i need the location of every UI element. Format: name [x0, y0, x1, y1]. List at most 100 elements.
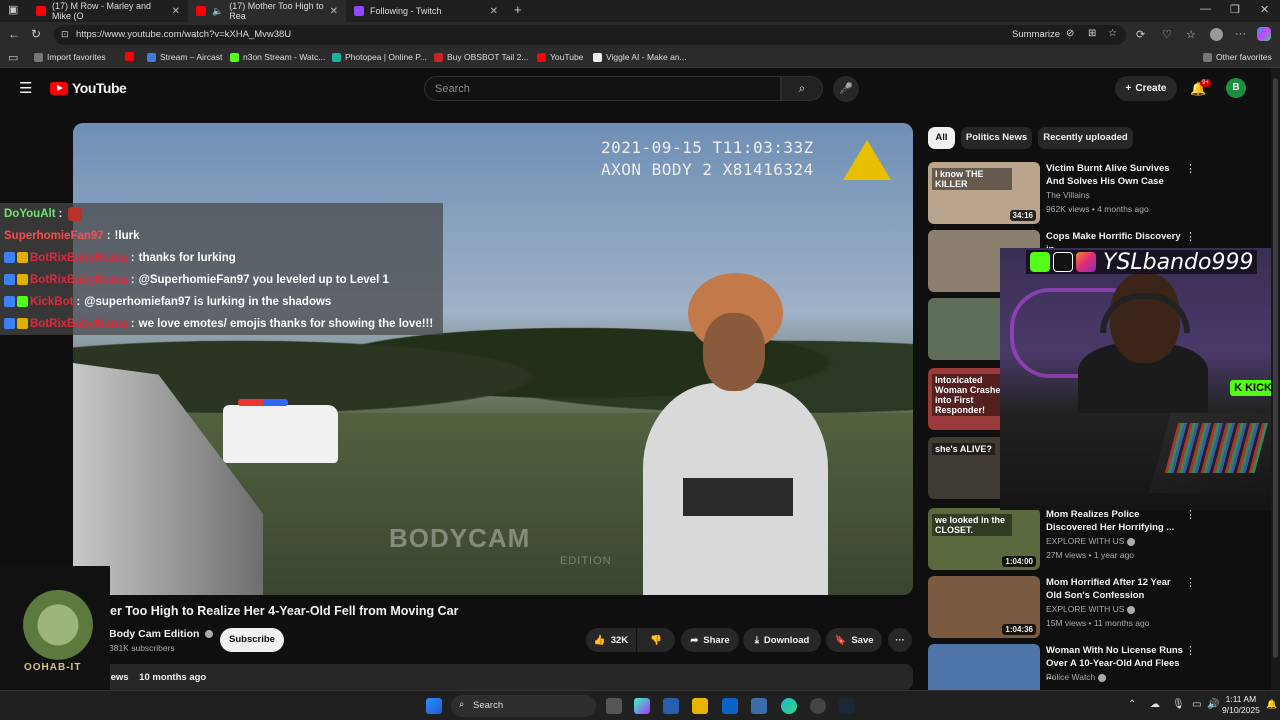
apps-icon[interactable]: ⊞: [1088, 28, 1096, 39]
profile-icon[interactable]: [1210, 28, 1223, 41]
search-button[interactable]: ⌕: [781, 76, 823, 101]
recommendation-item[interactable]: 1:04:00 we looked in the CLOSET. Mom Reali…: [928, 508, 1268, 570]
like-button[interactable]: 👍 32K: [586, 628, 636, 652]
summarize-button[interactable]: Summarize: [1012, 29, 1060, 40]
windows-start-icon[interactable]: [426, 698, 442, 714]
more-vertical-icon[interactable]: ⋮: [1185, 230, 1196, 243]
voice-search-button[interactable]: 🎤: [833, 76, 859, 102]
channel-name[interactable]: Body Cam Edition: [109, 628, 214, 640]
recommendation-meta: 962K views • 4 months ago: [1046, 204, 1149, 214]
favorite-aircast[interactable]: Stream – Aircast: [147, 52, 222, 62]
outlook-icon[interactable]: [722, 698, 738, 714]
favorite-obsbot[interactable]: Buy OBSBOT Tail 2...: [434, 52, 528, 62]
photos-icon[interactable]: [751, 698, 767, 714]
new-tab-button[interactable]: +: [514, 2, 522, 17]
favorite-viggle[interactable]: Viggle AI - Make an...: [593, 52, 687, 62]
recommendation-item[interactable]: 1:04:36 Mom Horrified After 12 Year Old S…: [928, 576, 1268, 638]
recommendation-title[interactable]: Mom Realizes Police Discovered Her Horri…: [1046, 508, 1186, 534]
copilot-icon[interactable]: [1257, 27, 1271, 41]
steam-icon[interactable]: [839, 698, 855, 714]
favorite-n3on[interactable]: n3on Stream - Watc...: [230, 52, 325, 62]
video-thumbnail[interactable]: 34:16 I know THE KILLER: [928, 162, 1040, 224]
other-favorites[interactable]: Other favorites: [1203, 52, 1272, 62]
display-icon[interactable]: ▭: [1192, 699, 1201, 710]
close-tab-icon[interactable]: ✕: [490, 6, 498, 17]
tiktok-icon: [1053, 252, 1073, 272]
obsbot-favicon-icon: [434, 52, 443, 62]
favorite-import[interactable]: Import favorites: [34, 52, 106, 62]
restore-window-icon[interactable]: ❐: [1230, 3, 1240, 16]
search-input[interactable]: Search: [424, 76, 781, 101]
filter-chip-all[interactable]: All: [928, 127, 955, 149]
channel-name-text: Body Cam Edition: [109, 628, 200, 640]
store-icon[interactable]: [663, 698, 679, 714]
onedrive-icon[interactable]: ☁: [1150, 699, 1160, 710]
recommendation-title[interactable]: Victim Burnt Alive Survives And Solves H…: [1046, 162, 1186, 188]
video-player[interactable]: 2021-09-15 T11:03:33Z AXON BODY 2 X81416…: [73, 123, 913, 595]
page-scrollbar[interactable]: [1271, 68, 1280, 690]
create-button[interactable]: + Create: [1115, 76, 1177, 101]
youtube-logo[interactable]: YouTube: [50, 80, 127, 96]
menu-icon[interactable]: ☰: [19, 79, 32, 97]
system-clock[interactable]: 1:11 AM 9/10/2025: [1222, 694, 1260, 716]
volume-icon[interactable]: 🔊: [1207, 699, 1219, 710]
role-badge-icon: [17, 252, 28, 264]
video-thumbnail[interactable]: 1:04:36: [928, 576, 1040, 638]
close-tab-icon[interactable]: ✕: [172, 6, 180, 17]
minimize-window-icon[interactable]: —: [1200, 3, 1211, 15]
tab-actions-icon[interactable]: ▣: [8, 3, 18, 16]
favorite-star-icon[interactable]: ☆: [1108, 28, 1117, 39]
recommendation-title[interactable]: Mom Horrified After 12 Year Old Son's Co…: [1046, 576, 1186, 602]
translate-icon[interactable]: ⊘: [1066, 28, 1074, 39]
sidebar-toggle-icon[interactable]: ▭: [8, 51, 18, 64]
tab-mother-too-high[interactable]: 🔈 (17) Mother Too High to Rea ✕: [188, 0, 346, 22]
taskbar-search[interactable]: ⌕ Search: [451, 695, 596, 717]
refresh-icon[interactable]: ↻: [31, 27, 41, 41]
obs-icon[interactable]: [810, 698, 826, 714]
tab-twitch-following[interactable]: Following - Twitch ✕: [346, 0, 506, 22]
recommendation-channel[interactable]: The Villains: [1046, 190, 1090, 200]
extensions-icon[interactable]: ⟳: [1136, 28, 1145, 41]
more-actions-button[interactable]: ···: [888, 628, 912, 652]
filter-chip-politics-news[interactable]: Politics News: [961, 127, 1032, 149]
page-info-icon[interactable]: ⊡: [61, 29, 69, 40]
favorite-youtube[interactable]: YouTube: [537, 52, 583, 62]
tab-marley-mike[interactable]: (17) M Row - Marley and Mike (O ✕: [28, 0, 188, 22]
favorites-icon[interactable]: ☆: [1186, 28, 1196, 41]
more-vertical-icon[interactable]: ⋮: [1185, 162, 1196, 175]
browser-essentials-icon[interactable]: ♡: [1162, 28, 1172, 41]
back-icon[interactable]: ←: [8, 27, 20, 41]
url-field[interactable]: ⊡ https://www.youtube.com/watch?v=kXHA_M…: [54, 25, 1126, 45]
chat-separator: :: [106, 229, 111, 242]
favorite-photopea[interactable]: Photopea | Online P...: [332, 52, 427, 62]
notification-center-icon[interactable]: 🔔: [1266, 699, 1277, 710]
recommendation-channel[interactable]: EXPLORE WITH US: [1046, 536, 1136, 546]
share-button[interactable]: ➦ Share: [681, 628, 739, 652]
favorite-youtube-red[interactable]: [125, 52, 134, 61]
edge-icon[interactable]: [781, 698, 797, 714]
recommendation-item[interactable]: 34:16 I know THE KILLER Victim Burnt Alive…: [928, 162, 1268, 224]
task-view-icon[interactable]: [606, 698, 622, 714]
more-vertical-icon[interactable]: ⋮: [1185, 644, 1196, 657]
more-vertical-icon[interactable]: ⋮: [1185, 576, 1196, 589]
close-tab-icon[interactable]: ✕: [330, 6, 338, 17]
filter-chip-recently-uploaded[interactable]: Recently uploaded: [1038, 127, 1133, 149]
subscribe-button[interactable]: Subscribe: [220, 628, 284, 652]
dislike-button[interactable]: 👎: [637, 628, 675, 652]
copilot-app-icon[interactable]: [634, 698, 650, 714]
recommendation-channel[interactable]: EXPLORE WITH US: [1046, 604, 1136, 614]
speaker-icon[interactable]: 🔈: [212, 6, 223, 17]
description-box[interactable]: iews 10 months ago: [100, 664, 913, 690]
file-explorer-icon[interactable]: [692, 698, 708, 714]
microphone-tray-icon[interactable]: 🎙: [1172, 699, 1185, 710]
save-button[interactable]: 🔖 Save: [826, 628, 882, 652]
account-avatar[interactable]: B: [1226, 78, 1246, 98]
scrollbar-thumb[interactable]: [1273, 78, 1278, 658]
download-button[interactable]: ⤓ Download: [743, 628, 821, 652]
close-window-icon[interactable]: ✕: [1260, 3, 1269, 16]
more-menu-icon[interactable]: ···: [1235, 28, 1246, 40]
recommendation-channel[interactable]: Police Watch: [1046, 672, 1107, 682]
show-hidden-icons[interactable]: ⌃: [1128, 699, 1136, 710]
video-thumbnail[interactable]: 1:04:00 we looked in the CLOSET.: [928, 508, 1040, 570]
chat-message: KickBot: @superhomiefan97 is lurking in t…: [0, 290, 443, 313]
